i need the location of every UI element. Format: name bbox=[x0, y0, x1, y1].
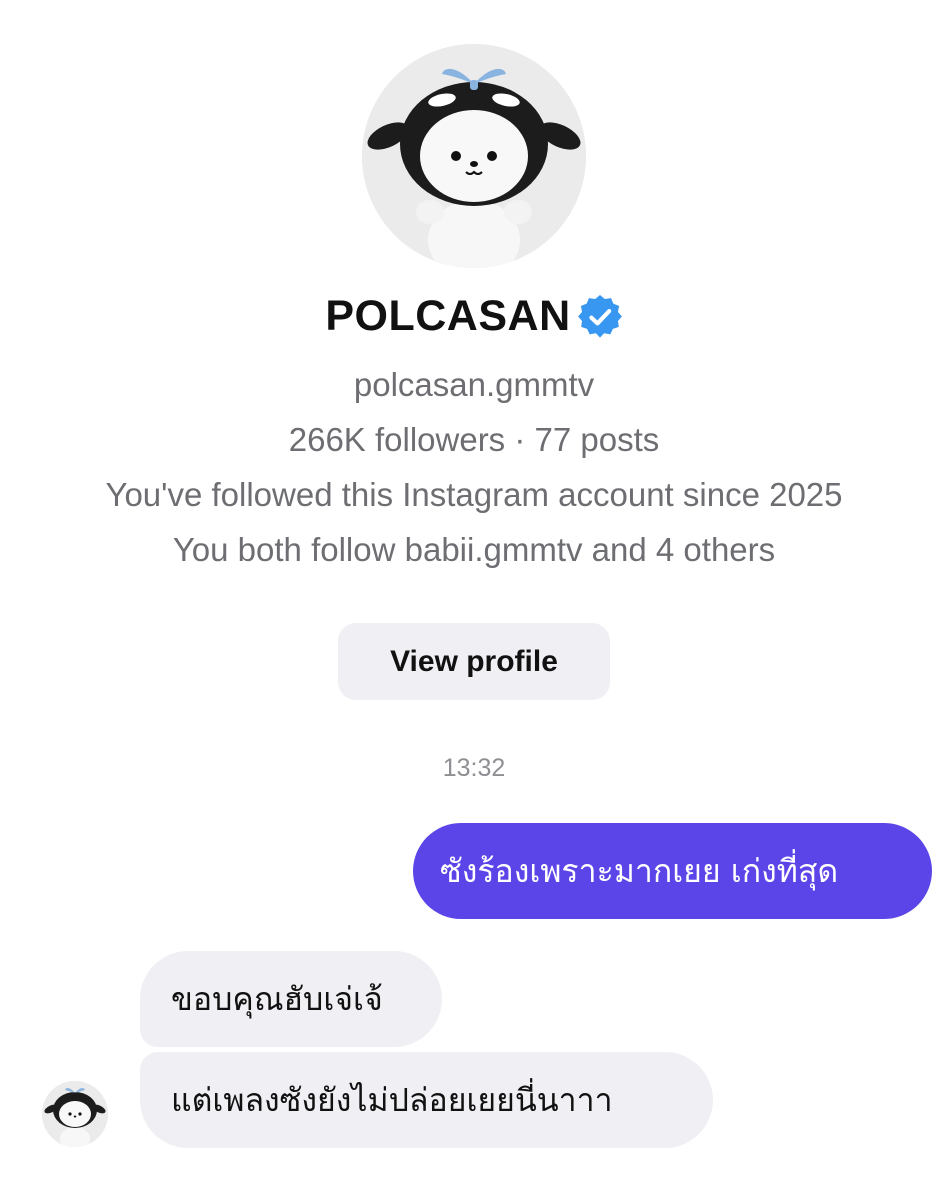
profile-avatar[interactable] bbox=[362, 44, 586, 268]
verified-badge-icon bbox=[577, 294, 622, 338]
message-text: ซังร้องเพราะมากเยย เก่งที่สุด bbox=[440, 851, 839, 890]
profile-name-row: POLCASAN bbox=[0, 292, 948, 352]
outgoing-message-bubble[interactable]: ซังร้องเพราะมากเยย เก่งที่สุด bbox=[413, 823, 932, 919]
profile-display-name: POLCASAN bbox=[325, 292, 571, 340]
view-profile-button[interactable]: View profile bbox=[338, 623, 610, 700]
message-timestamp: 13:32 bbox=[442, 754, 506, 782]
orca-plush-avatar-small-icon bbox=[42, 1081, 108, 1147]
incoming-message-bubble[interactable]: ขอบคุณฮับเจ่เจ้ bbox=[140, 951, 442, 1047]
message-text: แต่เพลงซังยังไม่ปล่อยเยยนี่นาาา bbox=[171, 1080, 613, 1119]
mutual-followers-text[interactable]: You both follow babii.gmmtv and 4 others bbox=[0, 531, 948, 569]
profile-stats: 266K followers · 77 posts bbox=[288, 421, 660, 458]
profile-handle: polcasan.gmmtv bbox=[353, 366, 595, 403]
sender-avatar[interactable] bbox=[42, 1081, 108, 1147]
incoming-message-bubble[interactable]: แต่เพลงซังยังไม่ปล่อยเยยนี่นาาา bbox=[140, 1052, 713, 1148]
followed-since-text: You've followed this Instagram account s… bbox=[105, 476, 843, 513]
orca-plush-avatar-icon bbox=[362, 44, 586, 268]
chat-screen: POLCASAN polcasan.gmmtv 266K followers ·… bbox=[0, 0, 948, 1200]
message-text: ขอบคุณฮับเจ่เจ้ bbox=[171, 979, 383, 1018]
